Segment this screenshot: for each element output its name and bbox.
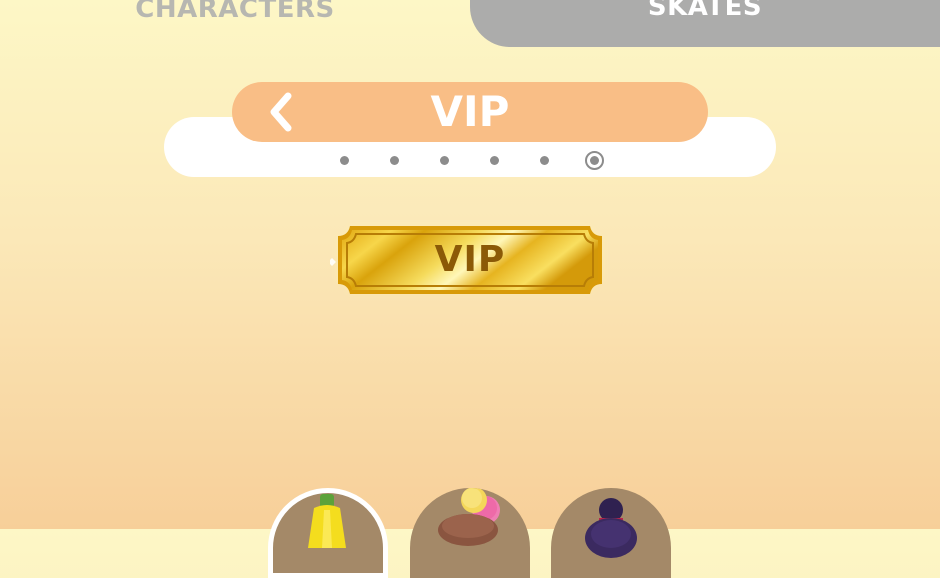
character-slot-ice-cream[interactable]: [410, 488, 530, 578]
tab-characters-label: CHARACTERS: [135, 0, 335, 24]
character-slot-dark-hair[interactable]: [551, 488, 671, 578]
page-dot[interactable]: [340, 156, 349, 165]
page-indicator: [0, 150, 940, 170]
page-dot-active[interactable]: [585, 151, 604, 170]
vip-badge-label: VIP: [434, 239, 506, 280]
tab-skates-label: SKATES: [647, 0, 763, 22]
category-title: VIP: [430, 87, 510, 136]
dark-hair-character-icon: [585, 498, 637, 558]
character-slot-banana[interactable]: [268, 488, 388, 578]
category-header: VIP: [232, 82, 708, 142]
page-dot[interactable]: [540, 156, 549, 165]
tab-characters[interactable]: CHARACTERS: [0, 0, 470, 48]
page-dot[interactable]: [490, 156, 499, 165]
banana-character-icon: [308, 494, 346, 548]
ice-cream-character-icon: [438, 488, 500, 546]
tab-skates[interactable]: SKATES: [470, 0, 940, 47]
page-dot[interactable]: [440, 156, 449, 165]
vip-badge[interactable]: VIP: [330, 218, 610, 302]
page-dot[interactable]: [390, 156, 399, 165]
